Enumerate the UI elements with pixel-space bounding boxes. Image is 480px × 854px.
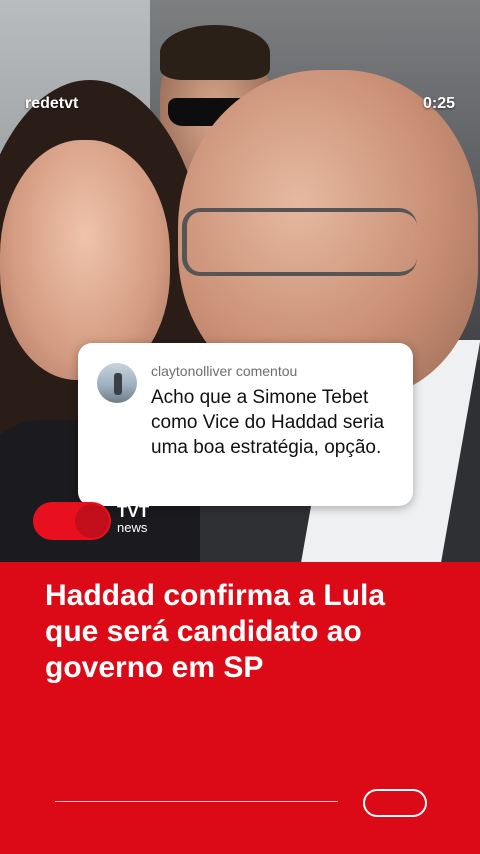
video-time: 0:25 bbox=[422, 95, 455, 112]
channel-name[interactable]: redetvt bbox=[25, 95, 78, 113]
comment-username[interactable]: claytonolliver comentou bbox=[151, 363, 297, 379]
pill-button[interactable] bbox=[363, 789, 427, 817]
headline: Haddad confirma a Lula que será candidat… bbox=[45, 579, 386, 684]
logo-text: TVT bbox=[117, 502, 150, 521]
comment-card[interactable]: claytonolliver comentou Acho que a Simon… bbox=[78, 343, 413, 506]
eyeglasses bbox=[182, 208, 417, 276]
avatar[interactable] bbox=[97, 363, 137, 403]
logo-subtext: news bbox=[117, 520, 148, 535]
progress-line bbox=[55, 801, 338, 802]
comment-text: Acho que a Simone Tebet como Vice do Had… bbox=[151, 387, 385, 458]
tvt-logo-icon bbox=[33, 502, 111, 540]
background-person-hair bbox=[160, 25, 270, 80]
